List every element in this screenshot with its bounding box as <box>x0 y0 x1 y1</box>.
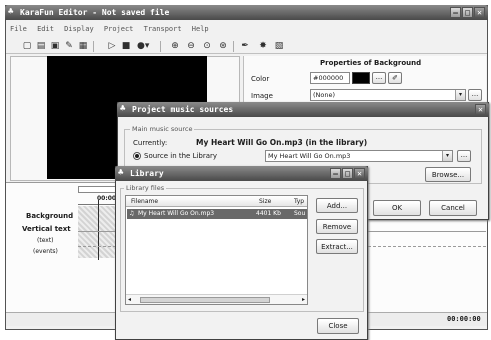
image-dropdown[interactable]: (None) ▾ <box>310 89 466 101</box>
color-field[interactable]: #000000 <box>310 72 350 84</box>
track-label-vertical-text: Vertical text <box>22 225 71 233</box>
toolbar-separator <box>160 41 161 52</box>
scroll-left-icon[interactable]: ◂ <box>128 295 131 305</box>
browse-button[interactable]: Browse... <box>425 167 471 182</box>
close-button[interactable]: Close <box>317 318 359 334</box>
app-logo-icon: ♣ <box>118 168 124 178</box>
main-title: KaraFun Editor - Not saved file <box>20 8 170 17</box>
menu-project[interactable]: Project <box>104 25 134 33</box>
main-titlebar: ♣ KaraFun Editor - Not saved file – □ ✕ <box>5 5 488 20</box>
add-button[interactable]: Add... <box>316 198 358 213</box>
menu-display[interactable]: Display <box>64 25 94 33</box>
minimize-button[interactable]: – <box>450 7 461 18</box>
menu-file[interactable]: File <box>10 25 27 33</box>
column-header-size[interactable]: Size <box>259 198 271 205</box>
image-label: Image <box>251 92 273 100</box>
source-more-button[interactable]: ... <box>457 150 471 162</box>
effects-icon[interactable]: ✸ <box>258 41 268 51</box>
eyedropper-button[interactable]: ✐ <box>388 72 402 84</box>
table-row[interactable]: ♫ My Heart Will Go On.mp3 4401 Kb Sou <box>127 209 307 219</box>
properties-title: Properties of Background <box>320 59 422 67</box>
menu-help[interactable]: Help <box>192 25 209 33</box>
row-size: 4401 Kb <box>256 210 281 217</box>
zoom-all-icon[interactable]: ⊛ <box>218 41 228 51</box>
row-filename: My Heart Will Go On.mp3 <box>138 210 215 217</box>
play-icon[interactable]: ▷ <box>107 41 117 51</box>
image-dropdown-value: (None) <box>313 91 336 99</box>
color-swatch[interactable] <box>352 72 370 84</box>
track-label-events: (events) <box>33 248 58 255</box>
music-dialog-titlebar: ♣ Project music sources ✕ <box>117 102 489 117</box>
library-minimize-button[interactable]: – <box>330 168 341 179</box>
color-label: Color <box>251 75 270 83</box>
music-dialog-title: Project music sources <box>132 105 234 114</box>
zoom-in-icon[interactable]: ⊕ <box>170 41 180 51</box>
stop-icon[interactable]: ■ <box>121 41 131 51</box>
source-library-label: Source in the Library <box>144 152 218 160</box>
track-label-background: Background <box>26 212 74 220</box>
remove-button[interactable]: Remove <box>316 219 358 234</box>
track-label-text: (text) <box>37 237 54 244</box>
maximize-button[interactable]: □ <box>462 7 473 18</box>
music-file-icon: ♫ <box>129 210 135 217</box>
source-dropdown-value: My Heart Will Go On.mp3 <box>268 152 351 160</box>
column-header-filename[interactable]: Filename <box>131 198 158 205</box>
library-titlebar: ♣ Library – □ ✕ <box>115 166 368 181</box>
dialog-close-button[interactable]: ✕ <box>475 104 486 115</box>
record-icon[interactable]: ●▾ <box>137 41 149 51</box>
app-logo-icon: ♣ <box>8 7 14 17</box>
menu-transport[interactable]: Transport <box>144 25 182 33</box>
scroll-thumb[interactable] <box>140 297 270 303</box>
wizard-icon[interactable]: ✎ <box>64 41 74 51</box>
brush-icon[interactable]: ✒ <box>240 41 250 51</box>
open-icon[interactable]: ▤ <box>36 41 46 51</box>
menu-bar: File Edit Display Project Transport Help <box>10 25 215 35</box>
cancel-button[interactable]: Cancel <box>429 200 477 216</box>
source-dropdown[interactable]: My Heart Will Go On.mp3 ▾ <box>265 150 453 162</box>
settings-icon[interactable]: ▧ <box>274 41 284 51</box>
timeline-marker: 00:00 <box>97 195 117 202</box>
image-browse-button[interactable]: ... <box>468 89 482 101</box>
new-icon[interactable]: ▢ <box>22 41 32 51</box>
chevron-down-icon: ▾ <box>455 90 465 100</box>
column-header-type[interactable]: Typ <box>294 198 304 205</box>
zoom-fit-icon[interactable]: ⊙ <box>202 41 212 51</box>
currently-label: Currently: <box>133 139 168 147</box>
close-button[interactable]: ✕ <box>474 7 485 18</box>
app-logo-icon: ♣ <box>120 104 126 114</box>
currently-value: My Heart Will Go On.mp3 (in the library) <box>196 138 368 147</box>
export-icon[interactable]: ▦ <box>78 41 88 51</box>
color-more-button[interactable]: ... <box>372 72 386 84</box>
zoom-out-icon[interactable]: ⊖ <box>186 41 196 51</box>
library-maximize-button[interactable]: □ <box>342 168 353 179</box>
main-music-group-label: Main music source <box>130 125 195 133</box>
extract-button[interactable]: Extract... <box>316 239 358 254</box>
toolbar-separator <box>233 41 234 52</box>
ok-button[interactable]: OK <box>373 200 421 216</box>
library-close-icon-button[interactable]: ✕ <box>354 168 365 179</box>
source-library-radio[interactable] <box>133 152 141 160</box>
list-horizontal-scrollbar[interactable]: ◂ ▸ <box>126 294 307 304</box>
library-title: Library <box>130 169 164 178</box>
scroll-right-icon[interactable]: ▸ <box>302 295 305 305</box>
chevron-down-icon: ▾ <box>442 151 452 161</box>
radio-dot <box>135 154 139 158</box>
toolbar-separator <box>93 41 94 52</box>
library-files-label: Library files <box>124 184 167 192</box>
save-icon[interactable]: ▣ <box>50 41 60 51</box>
menu-edit[interactable]: Edit <box>37 25 54 33</box>
row-type: Sou <box>294 210 306 217</box>
timeline-cursor[interactable] <box>98 200 99 260</box>
time-display: 00:00:00 <box>447 315 481 323</box>
